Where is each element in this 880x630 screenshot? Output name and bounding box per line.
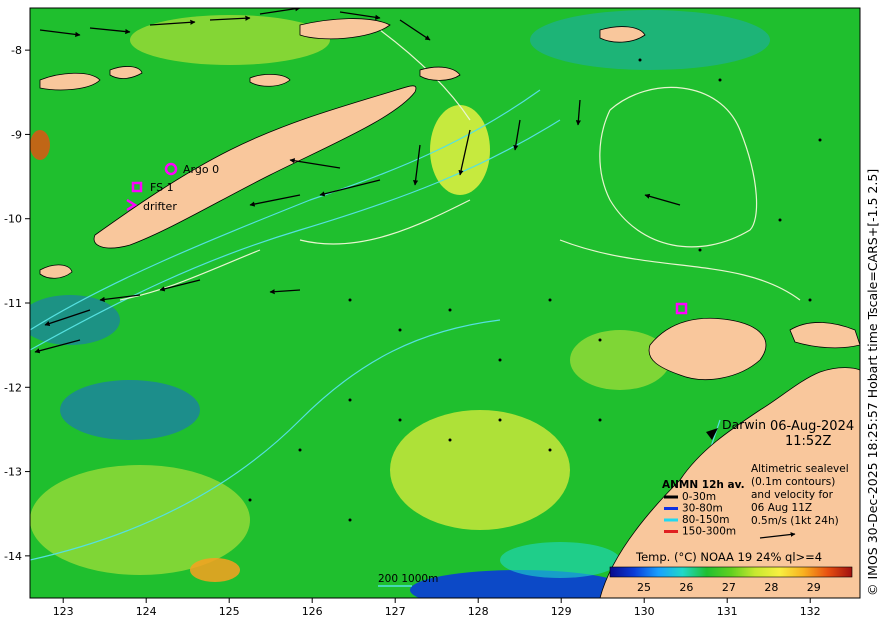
y-tick-label: -9 [11,128,22,141]
credit-line: © IMOS 30-Dec-2025 18:25:57 Hobart time … [865,169,880,596]
map-date: 06-Aug-2024 [770,419,854,434]
x-tick-label: 130 [634,605,655,618]
altimetry-line: 0.5m/s (1kt 24h) [751,515,839,527]
cool-patch [30,295,120,345]
legend-label-fs: FS 1 [150,181,174,194]
legend-label-drifter: drifter [143,200,177,213]
colorbar-tick-label: 25 [637,581,651,594]
x-tick-label: 129 [551,605,572,618]
y-tick-label: -12 [4,381,22,394]
colorbar: Temp. (°C) NOAA 19 24% ql>=4 25 26 27 28 29 [609,550,853,594]
colorbar-title: Temp. (°C) NOAA 19 24% ql>=4 [635,550,822,564]
place-label-darwin: Darwin [722,417,766,432]
anmn-depth-label: 0-30m [682,491,716,503]
colorbar-tick-label: 29 [807,581,821,594]
anmn-title: ANMN 12h av. [662,479,745,491]
x-tick-label: 127 [385,605,406,618]
map-time: 11:52Z [785,434,831,449]
colorbar-tick-label: 26 [679,581,693,594]
cool-patch [500,542,620,578]
altimetry-line: Altimetric sealevel [751,463,849,475]
cool-patch [530,10,770,70]
y-tick-label: -8 [11,44,22,57]
hot-patch [30,130,50,160]
x-tick-label: 124 [136,605,157,618]
hot-patch [190,558,240,582]
colorbar-tick-label: 28 [764,581,778,594]
altimetry-line: (0.1m contours) [751,476,835,488]
anmn-depth-label: 80-150m [682,514,729,526]
cool-patch [410,570,630,598]
y-axis: -8 -9 -10 -11 -12 -13 -14 [4,44,30,563]
x-tick-label: 131 [717,605,738,618]
depth-scale-legend: 200 1000m [378,573,438,587]
y-tick-label: -10 [4,213,22,226]
y-tick-label: -14 [4,550,22,563]
depth-scale-label: 200 1000m [378,573,438,585]
cool-patch [60,380,200,440]
x-tick-label: 132 [800,605,821,618]
x-tick-label: 126 [302,605,323,618]
y-tick-label: -11 [4,297,22,310]
anmn-depth-label: 150-300m [682,526,736,538]
colorbar-tick-label: 27 [722,581,736,594]
x-tick-label: 128 [468,605,489,618]
y-tick-label: -13 [4,466,22,479]
warm-patch [390,410,570,530]
altimetry-line: and velocity for [751,489,834,501]
altimetry-line: 06 Aug 11Z [751,502,812,514]
warm-patch [130,15,330,65]
map-figure: Argo 0 FS 1 drifter Darwin 06-Aug-2024 1… [4,7,880,618]
map-plot: Argo 0 FS 1 drifter Darwin 06-Aug-2024 1… [30,8,860,598]
anmn-depth-label: 30-80m [682,503,723,515]
x-axis: 123 124 125 126 127 128 129 130 131 132 [53,598,821,618]
x-tick-label: 123 [53,605,74,618]
x-tick-label: 125 [219,605,240,618]
colorbar-bar [609,566,853,578]
legend-label-argo: Argo 0 [183,163,219,176]
